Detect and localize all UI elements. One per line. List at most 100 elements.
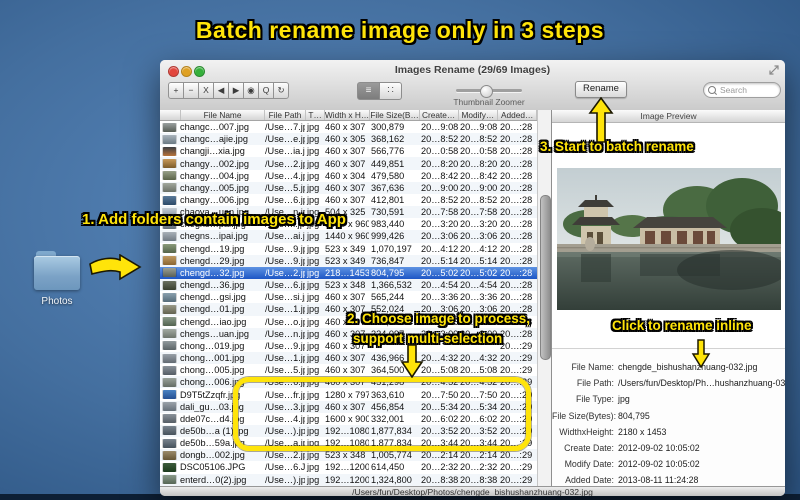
- table-row[interactable]: dongb…002.jpg/Use…2.jpgjpg 523 x 348 1,005…: [160, 449, 537, 462]
- zoom-window-button[interactable]: [194, 66, 205, 77]
- rename-button[interactable]: Rename: [575, 81, 627, 98]
- cell-modified: 20…5:02: [460, 267, 498, 278]
- cell-created: 20…4:54: [421, 280, 458, 291]
- table-row[interactable]: enterd…0(2).jpg/Use…).jpgjpg 192…12001,32…: [160, 473, 537, 486]
- cell-type: jpg: [307, 474, 320, 485]
- file-thumbnail: [160, 231, 178, 241]
- vertical-scrollbar[interactable]: [537, 110, 551, 486]
- cell-dims: 1440 x 960: [325, 231, 369, 242]
- table-row[interactable]: chengd…29.jpg/Use…9.jpgjpg 523 x 349 736,8…: [160, 254, 537, 267]
- column-header[interactable]: File Name: [181, 110, 265, 120]
- column-header[interactable]: Added…: [498, 110, 537, 120]
- cell-type: jpg: [307, 158, 320, 169]
- cell-created: 20…8:38: [421, 474, 458, 485]
- cell-created: 20…7:58: [421, 207, 458, 218]
- table-header: File Name File Path T… Width x H… File Size(…: [160, 110, 537, 121]
- file-thumbnail: [160, 402, 178, 412]
- cell-dims: 460 x 307: [325, 353, 366, 364]
- table-row[interactable]: changy…004.jpg/Use…4.jpgjpg 460 x 304 479,…: [160, 170, 537, 182]
- column-header[interactable]: Modify…: [459, 110, 499, 120]
- column-header[interactable]: File Path: [265, 110, 307, 120]
- table-row[interactable]: changy…002.jpg/Use…2.jpgjpg 460 x 307 449,…: [160, 157, 537, 170]
- search-input[interactable]: [718, 83, 780, 97]
- table-row[interactable]: chengd…32.jpg/Use…2.jpgjpg 218…1453804,79…: [160, 266, 537, 280]
- grid-view-button[interactable]: ∷: [379, 82, 402, 100]
- table-row[interactable]: changji…xia.jpg/Use…ia.jpgjpg 460 x 307 56…: [160, 145, 537, 157]
- prev-button[interactable]: ◀: [213, 82, 229, 99]
- table-row[interactable]: DSC05106.JPG/Use…6.JPGjpg 192…1200614,450…: [160, 461, 537, 473]
- table-row[interactable]: chegns…ipai.jpg/Use…ai.jpgjpg 1440 x 9609…: [160, 230, 537, 243]
- cell-modified: 20…8:52: [460, 134, 498, 145]
- table-row[interactable]: changy…006.jpg/Use…6.jpgjpg 460 x 307 412,…: [160, 194, 537, 206]
- cell-modified: 20…3:36: [460, 292, 498, 303]
- table-row[interactable]: chengd…gsi.jpg/Use…si.jpgjpg 460 x 307 565…: [160, 291, 537, 303]
- cell-path: /Use…2.jpg: [265, 450, 305, 461]
- remove-button[interactable]: −: [183, 82, 199, 99]
- cell-path: /Use…9.jpg: [265, 243, 305, 254]
- cell-dims: 218…1453: [325, 267, 369, 278]
- info-value: 2012-09-02 10:05:02: [618, 443, 700, 454]
- cell-dims: 460 x 307: [325, 146, 366, 157]
- info-label: File Name:: [571, 362, 614, 373]
- info-value[interactable]: chengde_bishushanzhuang-032.jpg: [618, 362, 757, 372]
- cell-path: /Use…9.jpg: [265, 340, 305, 351]
- list-view-button[interactable]: ≡: [357, 82, 380, 100]
- cell-dims: 460 x 304: [325, 170, 366, 181]
- minimize-window-button[interactable]: [181, 66, 192, 77]
- thumbnail-zoomer-slider[interactable]: [456, 84, 522, 98]
- table-row[interactable]: chong…005.jpg/Use…5.jpgjpg460 x 307364,5…: [160, 364, 537, 376]
- annotation-step3: 3. Start to batch rename: [540, 139, 694, 154]
- cell-added: 20…:29: [500, 462, 533, 473]
- table-row[interactable]: changy…005.jpg/Use…5.jpgjpg 460 x 307 367,…: [160, 181, 537, 194]
- table-row[interactable]: chengd…36.jpg/Use…6.jpgjpg 523 x 348 1,366…: [160, 279, 537, 292]
- cell-path: /Use…7.jpg: [265, 122, 305, 133]
- cell-dims: 523 x 349: [325, 243, 366, 254]
- arrow-down-small-icon: [691, 339, 711, 368]
- cell-modified: 20…2:14: [460, 450, 498, 461]
- fullscreen-icon[interactable]: [769, 65, 779, 75]
- clear-button[interactable]: X: [198, 82, 214, 99]
- table-row[interactable]: changc…ajie.jpg/Use…e.jpgjpg 460 x 305 368…: [160, 133, 537, 146]
- cell-size: 412,801: [371, 195, 405, 206]
- annotation-step2-line1: 2. Choose image to process,: [347, 311, 531, 326]
- cell-path: /Use…ai.jpg: [265, 231, 305, 242]
- cell-name: enterd…0(2).jpg: [180, 474, 247, 485]
- cell-path: /Use…ia.jpg: [265, 146, 305, 157]
- cell-type: jpg: [307, 353, 320, 364]
- slider-knob[interactable]: [480, 84, 493, 98]
- cell-size: 1,324,800: [371, 474, 412, 485]
- cell-name: DSC05106.JPG: [180, 462, 246, 473]
- cell-type: jpg: [307, 280, 320, 291]
- add-button[interactable]: +: [168, 82, 184, 99]
- find-button[interactable]: Q: [258, 82, 274, 99]
- search-field[interactable]: [703, 82, 781, 98]
- cell-name: chengd…36.jpg: [180, 280, 245, 291]
- cell-size: 300,879: [371, 122, 405, 133]
- cell-name: chengd…01.jpg: [180, 304, 245, 315]
- table-row[interactable]: chengd…19.jpg/Use…9.jpgjpg 523 x 349 1,070…: [160, 243, 537, 255]
- table-row[interactable]: changc…007.jpg/Use…7.jpgjpg 460 x 307 300,…: [160, 121, 537, 133]
- close-window-button[interactable]: [168, 66, 179, 77]
- info-value: 2013-08-11 11:24:28: [618, 475, 699, 486]
- photos-folder-icon[interactable]: [34, 251, 80, 290]
- scrollbar-thumb[interactable]: [540, 195, 551, 360]
- refresh-button[interactable]: ↻: [273, 82, 289, 99]
- cell-created: 20…3:06: [421, 231, 458, 242]
- cell-dims: 523 x 348: [325, 450, 366, 461]
- cell-added: 20…:29: [500, 340, 533, 351]
- cell-path: /Use…2.jpg: [265, 158, 305, 169]
- column-header[interactable]: File Size(B…: [370, 110, 420, 120]
- cell-dims: 523 x 349: [325, 255, 366, 266]
- info-row: File Name: chengde_bishushanzhuang-032.jp…: [552, 359, 785, 375]
- cell-created: 20…8:52: [421, 134, 458, 145]
- column-header[interactable]: T…: [306, 110, 325, 120]
- column-header[interactable]: Create…: [420, 110, 459, 120]
- column-header[interactable]: Width x H…: [325, 110, 371, 120]
- cell-size: 449,851: [371, 158, 405, 169]
- column-header[interactable]: [160, 110, 182, 120]
- folder-label: Photos: [41, 296, 73, 307]
- next-button[interactable]: ▶: [228, 82, 244, 99]
- preview-button[interactable]: ◉: [243, 82, 259, 99]
- file-thumbnail: [160, 438, 178, 448]
- table-row[interactable]: chong…001.jpg/Use…1.jpgjpg460 x 307436,9…: [160, 351, 537, 365]
